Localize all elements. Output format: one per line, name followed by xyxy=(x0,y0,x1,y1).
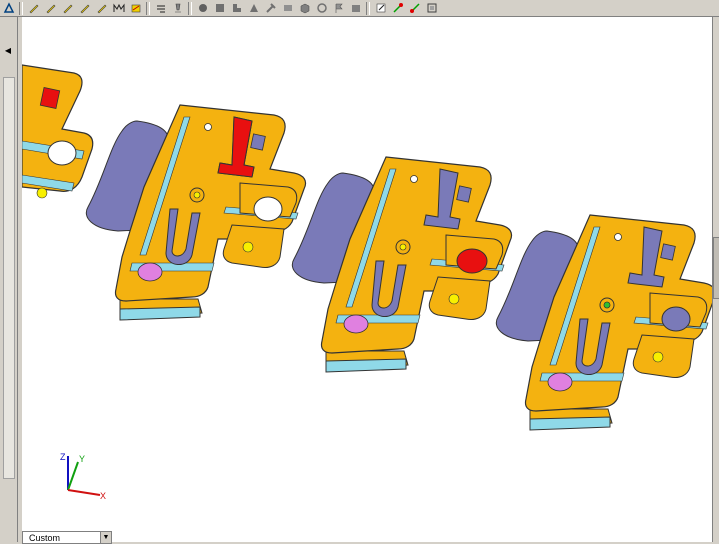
toolbar-separator xyxy=(366,1,370,15)
view-orientation-select[interactable]: Custom ▼ xyxy=(22,531,112,544)
corner-icon[interactable] xyxy=(230,2,244,15)
axis-y-label: Y xyxy=(79,454,85,464)
pencil-yellow-icon[interactable] xyxy=(27,2,41,15)
model-scene xyxy=(22,64,717,431)
square-icon[interactable] xyxy=(213,2,227,15)
pencil-yellow-icon[interactable] xyxy=(78,2,92,15)
snap-icon[interactable] xyxy=(408,2,422,15)
scrollbar-thumb[interactable] xyxy=(713,237,719,299)
axis-z-label: Z xyxy=(60,452,66,462)
sketch-icon[interactable] xyxy=(2,2,16,15)
dimension-icon[interactable] xyxy=(129,2,143,15)
cube-icon[interactable] xyxy=(298,2,312,15)
tool-icon[interactable] xyxy=(264,2,278,15)
view-orientation-value: Custom xyxy=(29,532,61,543)
snap-icon[interactable] xyxy=(391,2,405,15)
flag-icon[interactable] xyxy=(332,2,346,15)
align-icon[interactable] xyxy=(154,2,168,15)
box-icon[interactable] xyxy=(349,2,363,15)
edit-icon[interactable] xyxy=(374,2,388,15)
part-left-partial xyxy=(22,64,94,199)
rotate-icon[interactable] xyxy=(315,2,329,15)
scroll-left-button[interactable]: ◀ xyxy=(2,45,14,57)
toolbar-separator xyxy=(188,1,192,15)
pencil-yellow-icon[interactable] xyxy=(95,2,109,15)
axis-triad: Z Y X xyxy=(60,452,106,501)
part-1 xyxy=(85,104,307,321)
frame-icon[interactable] xyxy=(425,2,439,15)
main-toolbar xyxy=(0,0,719,17)
measure-icon[interactable] xyxy=(112,2,126,15)
filter-icon[interactable] xyxy=(171,2,185,15)
vertical-scrollbar[interactable] xyxy=(712,17,719,542)
toolbar-separator xyxy=(19,1,23,15)
shape-icon[interactable] xyxy=(247,2,261,15)
toolbar-separator xyxy=(146,1,150,15)
left-panel: ◀ xyxy=(0,17,18,542)
view-icon[interactable] xyxy=(281,2,295,15)
part-3 xyxy=(495,214,717,431)
pencil-yellow-icon[interactable] xyxy=(44,2,58,15)
left-panel-scroll-track[interactable] xyxy=(3,77,15,479)
graphics-viewport[interactable]: Z Y X xyxy=(22,17,719,542)
pencil-yellow-icon[interactable] xyxy=(61,2,75,15)
circle-icon[interactable] xyxy=(196,2,210,15)
axis-x-label: X xyxy=(100,491,106,501)
chevron-down-icon[interactable]: ▼ xyxy=(100,532,111,543)
part-2 xyxy=(291,156,513,373)
